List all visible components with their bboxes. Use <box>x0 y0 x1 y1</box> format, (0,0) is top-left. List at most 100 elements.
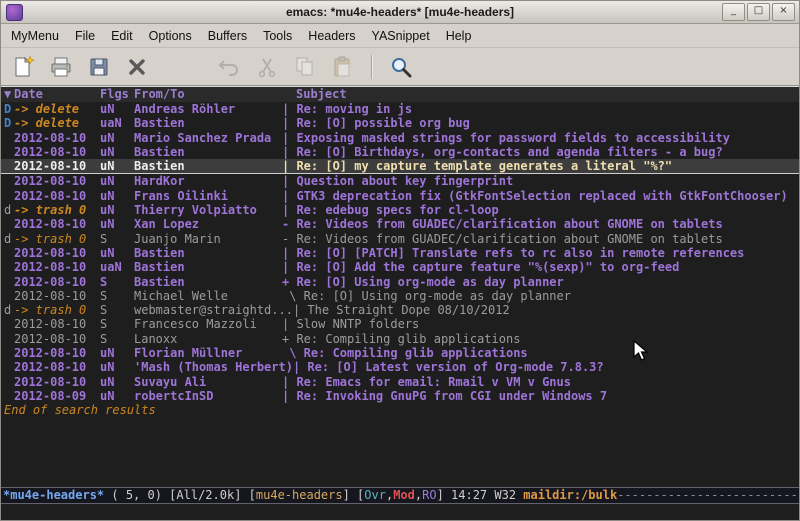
subject-cell: | Re: [O] possible org bug <box>282 116 799 130</box>
message-row[interactable]: D-> deleteuNAndreas Röhler| Re: moving i… <box>1 102 799 116</box>
message-row[interactable]: D-> deleteuaNBastien| Re: [O] possible o… <box>1 116 799 130</box>
menu-mymenu[interactable]: MyMenu <box>3 26 67 46</box>
save-icon[interactable] <box>85 53 113 81</box>
message-row[interactable]: 2012-08-09uNrobertcInSD| Re: Invoking Gn… <box>1 389 799 403</box>
message-row[interactable]: d-> trash 0uNThierry Volpiatto| Re: edeb… <box>1 203 799 217</box>
from-cell: Bastien <box>134 260 282 274</box>
subject-cell: | Exposing masked strings for password f… <box>282 131 799 145</box>
from-cell: Mario Sanchez Prada <box>134 131 282 145</box>
sort-indicator[interactable]: ▼ <box>1 87 14 102</box>
modeline-segment-plain: [ <box>249 488 256 502</box>
maximize-button[interactable]: □ <box>747 3 770 21</box>
mark-cell <box>1 145 14 159</box>
flags-cell: uN <box>100 189 134 203</box>
subject-cell: | Slow NNTP folders <box>282 317 799 331</box>
date-cell: 2012-08-10 <box>14 360 100 374</box>
mark-cell: d <box>1 203 14 217</box>
from-cell: Xan Lopez <box>134 217 282 231</box>
menu-buffers[interactable]: Buffers <box>200 26 255 46</box>
window-title: emacs: *mu4e-headers* [mu4e-headers] <box>1 5 799 19</box>
mode-line[interactable]: *mu4e-headers* ( 5, 0) [All/2.0k] [mu4e-… <box>1 487 799 504</box>
echo-area[interactable] <box>1 504 799 520</box>
message-row[interactable]: 2012-08-10uNBastien| Re: [O] my capture … <box>1 159 799 174</box>
message-row[interactable]: 2012-08-10SMichael Welle \ Re: [O] Using… <box>1 289 799 303</box>
message-row[interactable]: 2012-08-10uNMario Sanchez Prada| Exposin… <box>1 131 799 145</box>
mark-cell <box>1 246 14 260</box>
modeline-segment-ro: RO <box>422 488 436 502</box>
subject-cell: \ Re: Compiling glib applications <box>282 346 799 360</box>
subject-cell: + Re: Compiling glib applications <box>282 332 799 346</box>
flags-cell: uN <box>100 389 134 403</box>
subject-cell: | Re: Invoking GnuPG from CGI under Wind… <box>282 389 799 403</box>
subject-cell: | Re: [O] Latest version of Org-mode 7.8… <box>293 360 799 374</box>
buffer-area: ▼ Date Flgs From/To Subject D-> deleteuN… <box>1 86 799 487</box>
subject-cell: - Re: Videos from GUADEC/clarification a… <box>282 217 799 231</box>
message-row[interactable]: 2012-08-10uNBastien| Re: [O] Birthdays, … <box>1 145 799 159</box>
menu-tools[interactable]: Tools <box>255 26 300 46</box>
header-flags[interactable]: Flgs <box>100 87 134 102</box>
date-cell: -> delete <box>14 116 100 130</box>
search-icon[interactable] <box>387 53 415 81</box>
menu-options[interactable]: Options <box>141 26 200 46</box>
message-row[interactable]: d-> trash 0SJuanjo Marin- Re: Videos fro… <box>1 232 799 246</box>
flags-cell: uN <box>100 159 134 173</box>
date-cell: 2012-08-10 <box>14 217 100 231</box>
header-date[interactable]: Date <box>14 87 100 102</box>
mark-cell <box>1 375 14 389</box>
menu-help[interactable]: Help <box>438 26 480 46</box>
subject-cell: - Re: Videos from GUADEC/clarification a… <box>282 232 799 246</box>
modeline-segment-dashes: ----------------------------------------… <box>617 488 799 502</box>
mark-cell <box>1 217 14 231</box>
message-row[interactable]: 2012-08-10uNFrans Oilinki| GTK3 deprecat… <box>1 189 799 203</box>
modeline-segment-buffer: *mu4e-headers* <box>3 488 104 502</box>
from-cell: webmaster@straightd... <box>134 303 293 317</box>
print-icon[interactable] <box>47 53 75 81</box>
from-cell: Frans Oilinki <box>134 189 282 203</box>
message-row[interactable]: 2012-08-10uNHardKor| Question about key … <box>1 174 799 188</box>
modeline-segment-plain: 14:27 W32 <box>451 488 523 502</box>
message-row[interactable]: 2012-08-10uaNBastien| Re: [O] Add the ca… <box>1 260 799 274</box>
mark-cell <box>1 260 14 274</box>
toolbar-separator <box>371 55 373 79</box>
flags-cell: uN <box>100 346 134 360</box>
date-cell: 2012-08-10 <box>14 145 100 159</box>
subject-cell: | Re: [O] [PATCH] Translate refs to rc a… <box>282 246 799 260</box>
emacs-icon <box>6 4 23 21</box>
from-cell: Andreas Röhler <box>134 102 282 116</box>
flags-cell: uaN <box>100 116 134 130</box>
message-row[interactable]: 2012-08-10SBastien+ Re: [O] Using org-mo… <box>1 275 799 289</box>
mark-cell <box>1 389 14 403</box>
from-cell: Francesco Mazzoli <box>134 317 282 331</box>
header-subject[interactable]: Subject <box>282 87 799 102</box>
title-bar[interactable]: emacs: *mu4e-headers* [mu4e-headers] _□× <box>1 1 799 24</box>
mark-cell <box>1 317 14 331</box>
close-button[interactable]: × <box>772 3 795 21</box>
message-row[interactable]: 2012-08-10uN'Mash (Thomas Herbert)| Re: … <box>1 360 799 374</box>
from-cell: Florian Müllner <box>134 346 282 360</box>
menu-edit[interactable]: Edit <box>103 26 141 46</box>
menu-yasnippet[interactable]: YASnippet <box>364 26 438 46</box>
header-from[interactable]: From/To <box>134 87 282 102</box>
from-cell: Bastien <box>134 145 282 159</box>
message-row[interactable]: 2012-08-10uNXan Lopez- Re: Videos from G… <box>1 217 799 231</box>
minimize-button[interactable]: _ <box>722 3 745 21</box>
from-cell: Suvayu Ali <box>134 375 282 389</box>
close-buffer-icon[interactable] <box>123 53 151 81</box>
from-cell: robertcInSD <box>134 389 282 403</box>
modeline-segment-minor: mu4e-headers <box>256 488 343 502</box>
date-cell: 2012-08-10 <box>14 260 100 274</box>
message-row[interactable]: 2012-08-10uNFlorian Müllner \ Re: Compil… <box>1 346 799 360</box>
flags-cell: uN <box>100 217 134 231</box>
cut-icon <box>253 53 281 81</box>
message-row[interactable]: d-> trash 0Swebmaster@straightd...| The … <box>1 303 799 317</box>
from-cell: Thierry Volpiatto <box>134 203 282 217</box>
message-row[interactable]: 2012-08-10SLanoxx+ Re: Compiling glib ap… <box>1 332 799 346</box>
flags-cell: uN <box>100 203 134 217</box>
message-row[interactable]: 2012-08-10SFrancesco Mazzoli| Slow NNTP … <box>1 317 799 331</box>
new-file-icon[interactable] <box>9 53 37 81</box>
menu-headers[interactable]: Headers <box>300 26 363 46</box>
message-row[interactable]: 2012-08-10uNSuvayu Ali| Re: Emacs for em… <box>1 375 799 389</box>
message-row[interactable]: 2012-08-10uNBastien| Re: [O] [PATCH] Tra… <box>1 246 799 260</box>
menu-file[interactable]: File <box>67 26 103 46</box>
mark-cell <box>1 131 14 145</box>
